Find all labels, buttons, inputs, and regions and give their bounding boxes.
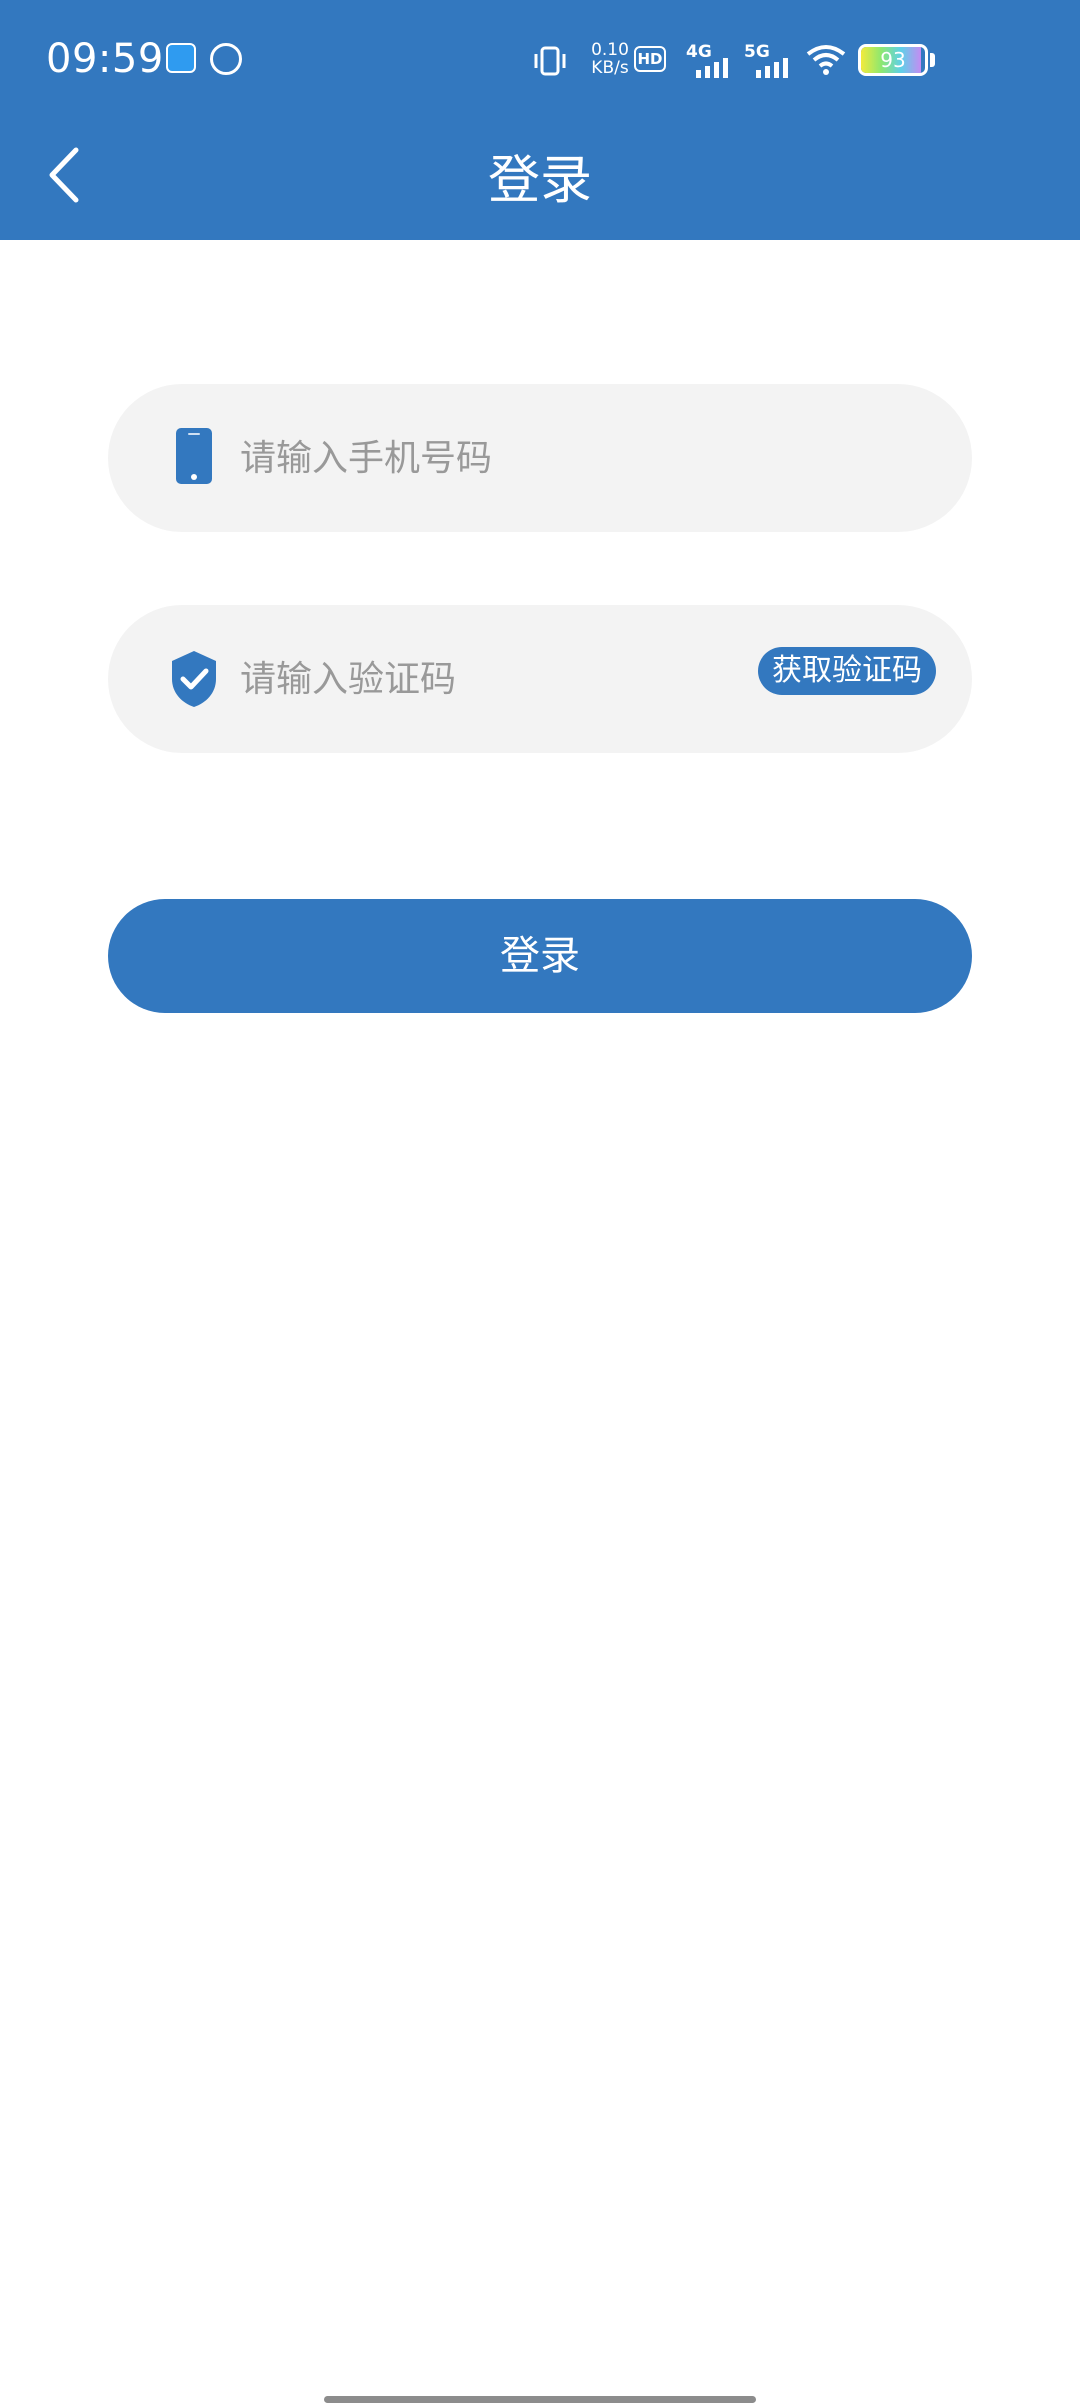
page-title: 登录 <box>487 151 592 211</box>
app-header: 09:59 0.10 KB/s HD 4G 5G 93 登录 <box>0 0 1080 240</box>
network-speed-value: 0.10 <box>591 40 629 60</box>
code-field[interactable]: 获取验证码 <box>108 605 972 753</box>
signal-icon <box>696 58 728 78</box>
get-code-button[interactable]: 获取验证码 <box>758 647 936 695</box>
login-button[interactable]: 登录 <box>108 899 972 1013</box>
status-time: 09:59 <box>46 36 164 82</box>
battery-level: 93 <box>880 48 906 72</box>
network-speed-unit: KB/s <box>591 58 629 78</box>
phone-field[interactable] <box>108 384 972 532</box>
code-input[interactable] <box>240 639 800 719</box>
phone-icon <box>176 428 212 484</box>
battery-icon: 93 <box>858 44 928 76</box>
signal-icon <box>756 58 788 78</box>
app-notification-icon <box>166 43 196 73</box>
battery-tip <box>930 53 935 67</box>
vibrate-icon <box>534 46 566 76</box>
home-indicator[interactable] <box>324 2396 756 2403</box>
app-notification-icon-2 <box>210 43 242 75</box>
phone-input[interactable] <box>240 418 800 498</box>
network-speed: 0.10 KB/s <box>590 41 630 77</box>
wifi-icon <box>806 45 846 75</box>
shield-check-icon <box>172 651 216 707</box>
hd-icon: HD <box>634 46 666 72</box>
